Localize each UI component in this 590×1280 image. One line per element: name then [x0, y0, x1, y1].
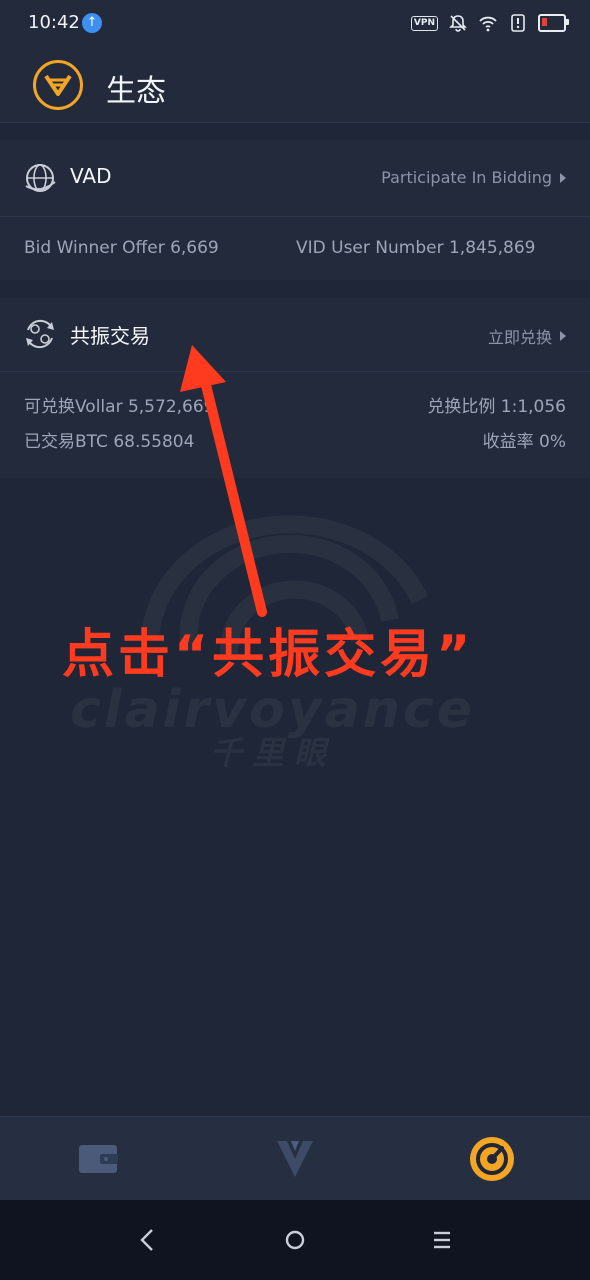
- upload-icon: ↑: [82, 13, 102, 33]
- wallet-icon: [79, 1145, 118, 1173]
- vpn-icon: VPN: [410, 15, 438, 31]
- tab-ecosystem[interactable]: [394, 1117, 590, 1201]
- tab-wallet[interactable]: [0, 1117, 196, 1201]
- exchange-icon: [26, 319, 54, 349]
- vad-title: VAD: [70, 164, 112, 188]
- vollar-logo-icon: [33, 60, 83, 110]
- app-header: 生态: [0, 50, 590, 123]
- status-bar: 10:42 ↑ VPN: [0, 0, 590, 50]
- exchange-now-label: 立即兑换: [487, 328, 552, 347]
- bottom-tab-bar: [0, 1116, 590, 1201]
- chevron-right-icon: [560, 331, 566, 341]
- bid-winner-offer: Bid Winner Offer 6,669: [24, 238, 219, 258]
- yield-rate: 收益率 0%: [482, 432, 566, 452]
- participate-bidding-link[interactable]: Participate In Bidding: [381, 168, 566, 187]
- annotation-text: 点击“共振交易”: [62, 625, 475, 685]
- vollar-v-icon: [277, 1141, 313, 1177]
- resonance-trade-title: 共振交易: [70, 324, 150, 348]
- tab-vollar[interactable]: [197, 1117, 393, 1201]
- globe-icon: [25, 164, 56, 192]
- traded-btc: 已交易BTC 68.55804: [24, 432, 195, 452]
- home-icon[interactable]: [275, 1220, 315, 1260]
- participate-bidding-label: Participate In Bidding: [381, 168, 552, 187]
- watermark-subtext: 千里眼: [210, 734, 337, 772]
- exchangeable-vollar: 可兑换Vollar 5,572,669: [24, 397, 215, 417]
- alert-icon: [511, 14, 525, 32]
- system-nav-bar: [0, 1200, 590, 1280]
- resonance-trade-card[interactable]: 共振交易 立即兑换 可兑换Vollar 5,572,669 兑换比例 1:1,0…: [0, 298, 590, 478]
- menu-icon[interactable]: [422, 1220, 462, 1260]
- vid-user-number: VID User Number 1,845,869: [296, 238, 536, 258]
- page-title: 生态: [106, 74, 166, 109]
- exchange-ratio: 兑换比例 1:1,056: [427, 397, 566, 417]
- status-icons: VPN: [410, 13, 569, 33]
- battery-icon: [538, 14, 569, 32]
- ecosystem-icon: [470, 1137, 514, 1181]
- back-icon[interactable]: [128, 1220, 168, 1260]
- vad-card-header[interactable]: VAD Participate In Bidding: [0, 140, 590, 217]
- status-time: 10:42: [28, 12, 80, 33]
- mute-icon: [449, 15, 467, 32]
- resonance-card-header[interactable]: 共振交易 立即兑换: [0, 298, 590, 372]
- vad-card[interactable]: VAD Participate In Bidding Bid Winner Of…: [0, 140, 590, 280]
- wifi-icon: [479, 16, 497, 32]
- chevron-right-icon: [560, 172, 566, 183]
- exchange-now-link[interactable]: 立即兑换: [488, 324, 566, 348]
